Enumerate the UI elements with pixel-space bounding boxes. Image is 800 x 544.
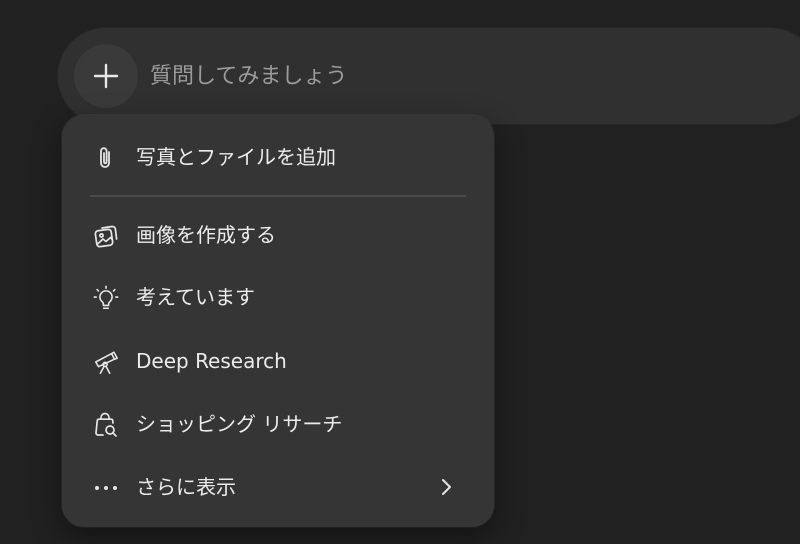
menu-item-label: Deep Research	[136, 349, 287, 373]
telescope-icon	[92, 348, 120, 376]
image-icon	[92, 222, 120, 250]
attachment-menu: 写真とファイルを追加 画像を作成する 考えています Deep Research …	[62, 115, 494, 527]
plus-icon	[93, 63, 119, 89]
menu-item-show-more[interactable]: さらに表示	[76, 461, 480, 513]
menu-item-create-image[interactable]: 画像を作成する	[76, 209, 480, 261]
menu-item-add-files[interactable]: 写真とファイルを追加	[76, 131, 480, 183]
shopping-bag-search-icon	[92, 411, 120, 439]
menu-item-label: ショッピング リサーチ	[136, 412, 343, 436]
menu-item-label: さらに表示	[136, 475, 236, 499]
menu-item-shopping-research[interactable]: ショッピング リサーチ	[76, 398, 480, 450]
menu-item-deep-research[interactable]: Deep Research	[76, 335, 480, 387]
prompt-input[interactable]	[150, 56, 750, 96]
paperclip-icon	[92, 144, 120, 172]
add-button[interactable]	[74, 44, 138, 108]
chevron-right-icon	[434, 475, 458, 499]
menu-item-label: 考えています	[136, 285, 255, 309]
lightbulb-icon	[92, 284, 120, 312]
app-stage: 写真とファイルを追加 画像を作成する	[0, 0, 800, 544]
menu-item-label: 写真とファイルを追加	[136, 145, 336, 169]
menu-item-label: 画像を作成する	[136, 223, 276, 247]
menu-divider	[90, 195, 466, 197]
more-horizontal-icon	[92, 474, 120, 502]
composer-bar	[58, 28, 800, 124]
menu-item-thinking[interactable]: 考えています	[76, 271, 480, 323]
